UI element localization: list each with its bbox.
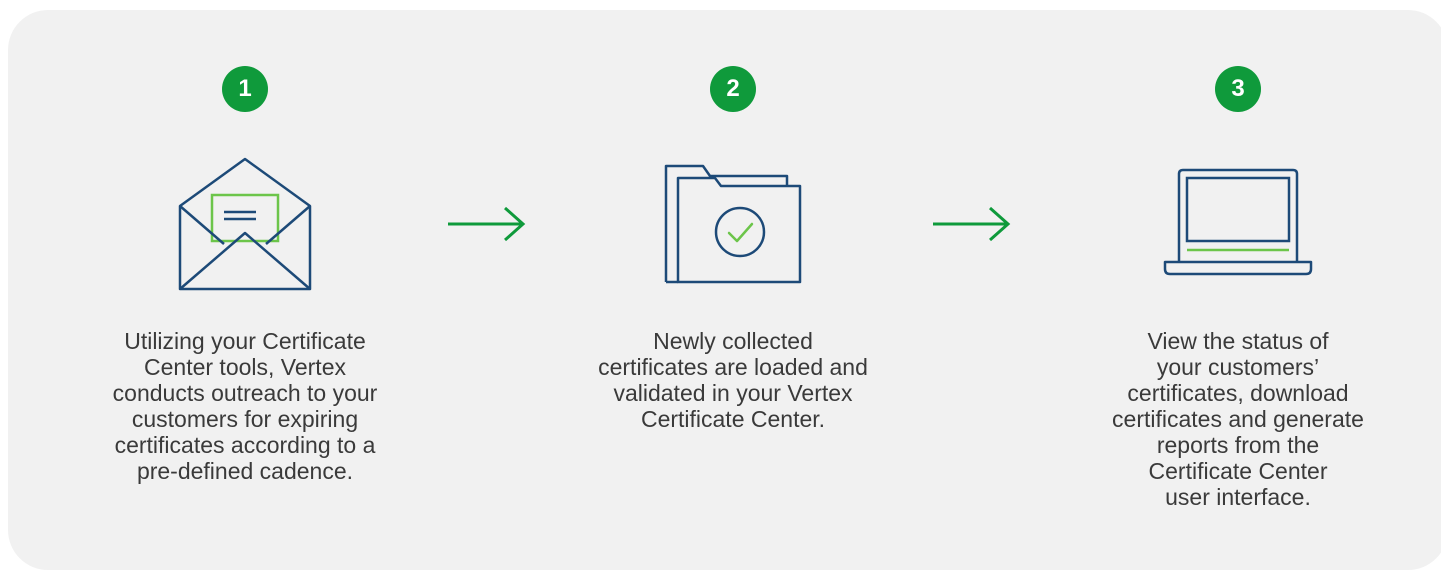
description-line: Newly collected [653,328,813,354]
description-line: certificates, download [1127,380,1349,406]
folder-check-icon [664,164,802,284]
description-line: Utilizing your Certificate [124,328,366,354]
description-line: user interface. [1165,484,1311,510]
description-line: Center tools, Vertex [144,354,346,380]
description-line: conducts outreach to your [112,380,378,406]
step-number-badge: 3 [1215,66,1261,112]
step-number-badge: 2 [710,66,756,112]
description-line: View the status of [1147,328,1329,354]
description-line: reports from the [1156,432,1320,458]
envelope-letter-icon [178,157,312,291]
step-description: View the status of your customers’ certi… [1078,328,1398,510]
step-3: 3 View the status of your customers’ cer… [1078,10,1398,570]
arrow-right-icon [448,206,526,242]
description-line: certificates and generate [1112,406,1364,432]
description-line: validated in your Vertex [613,380,853,406]
step-number-badge: 1 [222,66,268,112]
description-line: certificates according to a [114,432,376,458]
step-description: Utilizing your Certificate Center tools,… [85,328,405,484]
description-line: certificates are loaded and [598,354,868,380]
step-description: Newly collected certificates are loaded … [573,328,893,432]
description-line: Certificate Center [1148,458,1328,484]
step-1: 1 Utilizing your Certificate Center tool… [85,10,405,570]
process-panel: 1 Utilizing your Certificate Center tool… [8,10,1441,570]
arrow-right-icon [933,206,1011,242]
description-line: pre-defined cadence. [136,458,354,484]
step-2: 2 Newly collected certificates are loade… [573,10,893,570]
description-line: customers for expiring [131,406,359,432]
description-line: Certificate Center. [640,406,826,432]
laptop-icon [1163,168,1313,276]
description-line: your customers’ [1156,354,1320,380]
